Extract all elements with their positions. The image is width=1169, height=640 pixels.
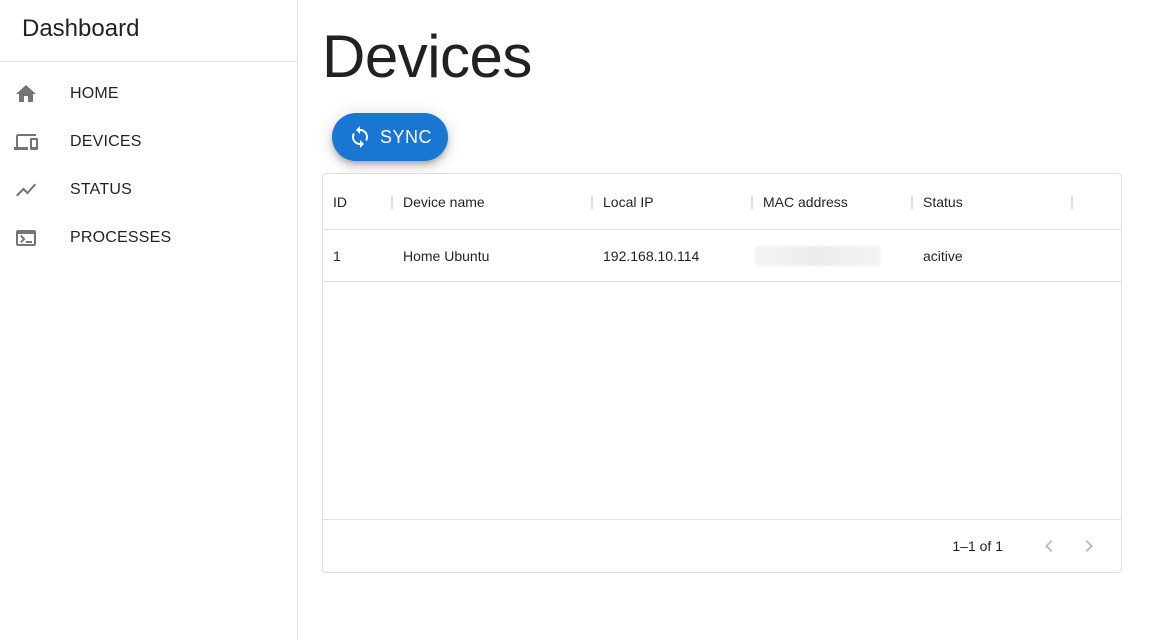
column-header-label: Local IP xyxy=(603,193,654,210)
previous-page-button[interactable] xyxy=(1029,526,1069,566)
sidebar-item-processes[interactable]: PROCESSES xyxy=(0,214,297,262)
sidebar-item-label: STATUS xyxy=(70,181,132,198)
page-title: Devices xyxy=(322,23,532,90)
cell-status: acitive xyxy=(923,247,963,264)
trending-icon xyxy=(14,178,38,202)
column-header-id[interactable]: ID xyxy=(323,174,393,229)
next-page-button[interactable] xyxy=(1069,526,1109,566)
sidebar-item-status[interactable]: STATUS xyxy=(0,166,297,214)
column-separator[interactable] xyxy=(1071,195,1073,209)
sync-icon xyxy=(348,125,372,149)
table-header: ID Device name Local IP MAC address Stat… xyxy=(323,174,1121,230)
sync-label: SYNC xyxy=(380,126,433,147)
table-row[interactable]: 1 Home Ubuntu 192.168.10.114 acitive xyxy=(323,230,1121,282)
cell-device-name: Home Ubuntu xyxy=(403,247,490,264)
column-header-status[interactable]: Status xyxy=(913,174,1073,229)
column-header-label: Status xyxy=(923,193,963,210)
devices-icon xyxy=(14,130,38,154)
pagination-info: 1–1 of 1 xyxy=(952,538,1003,554)
chevron-right-icon xyxy=(1085,540,1093,552)
sidebar-item-label: PROCESSES xyxy=(70,229,172,246)
cell-local-ip: 192.168.10.114 xyxy=(603,247,700,264)
home-icon xyxy=(14,82,38,106)
column-header-device-name[interactable]: Device name xyxy=(393,174,593,229)
column-header-local-ip[interactable]: Local IP xyxy=(593,174,753,229)
main-content: Devices SYNC ID Device name Local IP MAC… xyxy=(298,0,1169,640)
column-header-mac-address[interactable]: MAC address xyxy=(753,174,913,229)
chevron-left-icon xyxy=(1045,540,1053,552)
terminal-icon xyxy=(14,226,38,250)
sidebar-item-label: DEVICES xyxy=(70,133,142,150)
column-header-label: Device name xyxy=(403,193,485,210)
sidebar: Dashboard HOME DEVICES STATUS PROCESSES xyxy=(0,0,298,640)
sidebar-item-label: HOME xyxy=(70,85,119,102)
column-header-label: MAC address xyxy=(763,193,848,210)
devices-table: ID Device name Local IP MAC address Stat… xyxy=(322,173,1122,573)
sidebar-title: Dashboard xyxy=(0,0,297,62)
cell-id: 1 xyxy=(333,247,341,264)
column-header-label: ID xyxy=(333,193,347,210)
sidebar-item-home[interactable]: HOME xyxy=(0,70,297,118)
sidebar-item-devices[interactable]: DEVICES xyxy=(0,118,297,166)
sidebar-nav: HOME DEVICES STATUS PROCESSES xyxy=(0,62,297,262)
sync-button[interactable]: SYNC xyxy=(332,113,448,161)
table-footer: 1–1 of 1 xyxy=(323,519,1121,572)
redacted-mac xyxy=(755,245,881,266)
cell-mac-address xyxy=(753,230,913,281)
